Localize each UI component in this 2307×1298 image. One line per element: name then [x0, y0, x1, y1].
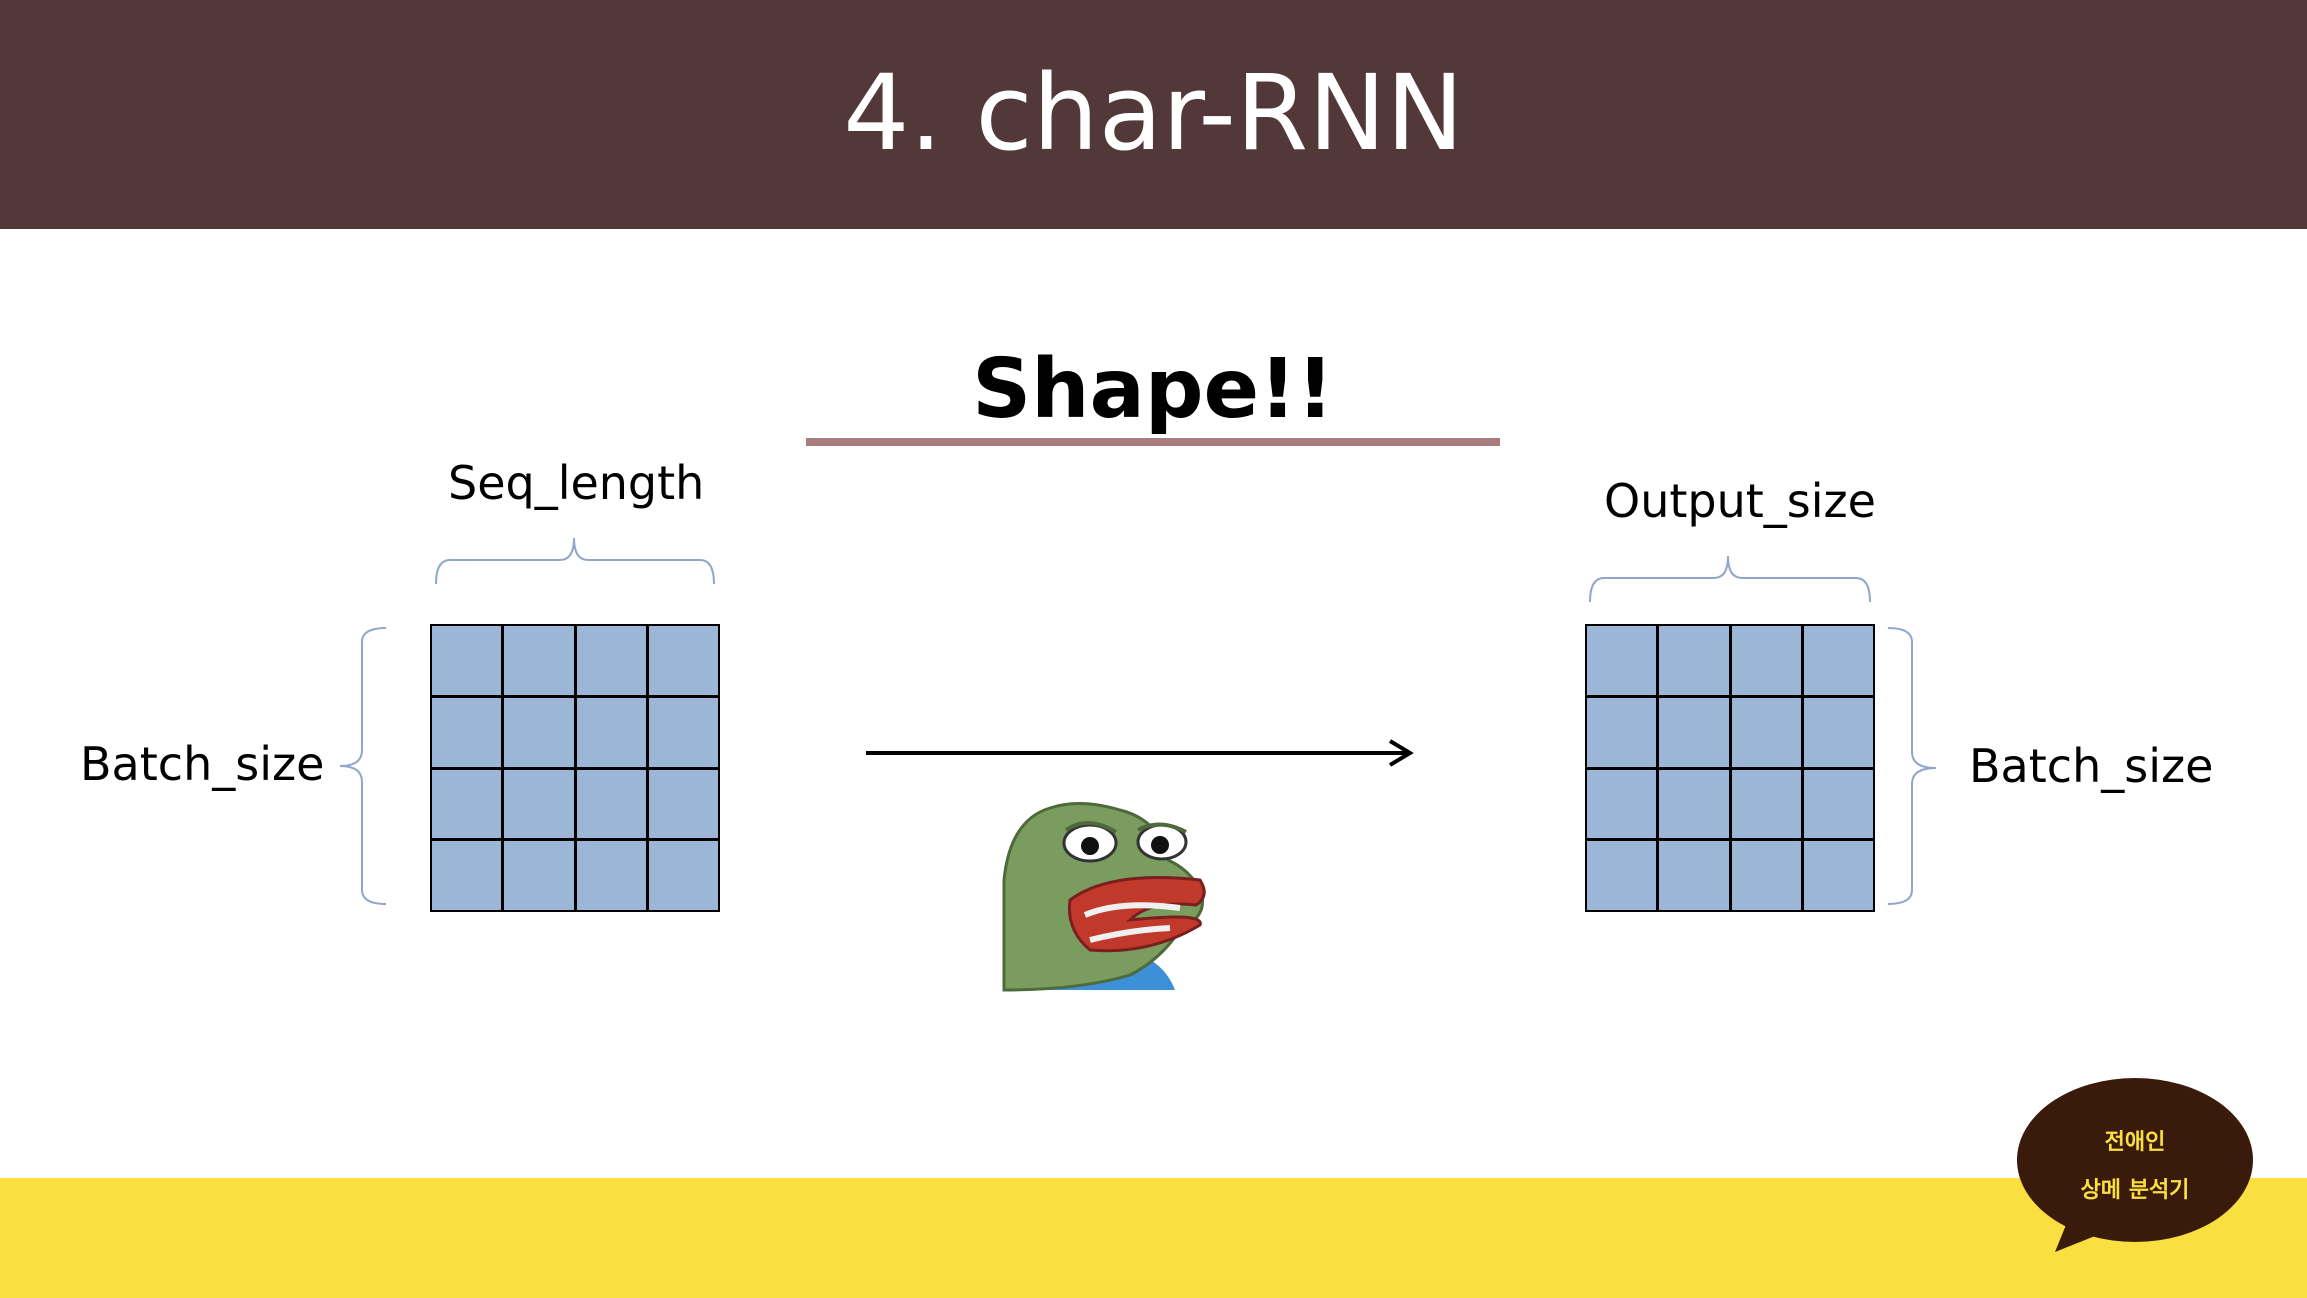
speech-bubble — [2017, 1078, 2253, 1252]
bubble-line-2: 상메 분석기 — [2080, 1178, 2190, 1203]
bubble-line-1: 전애인 — [2104, 1130, 2166, 1155]
